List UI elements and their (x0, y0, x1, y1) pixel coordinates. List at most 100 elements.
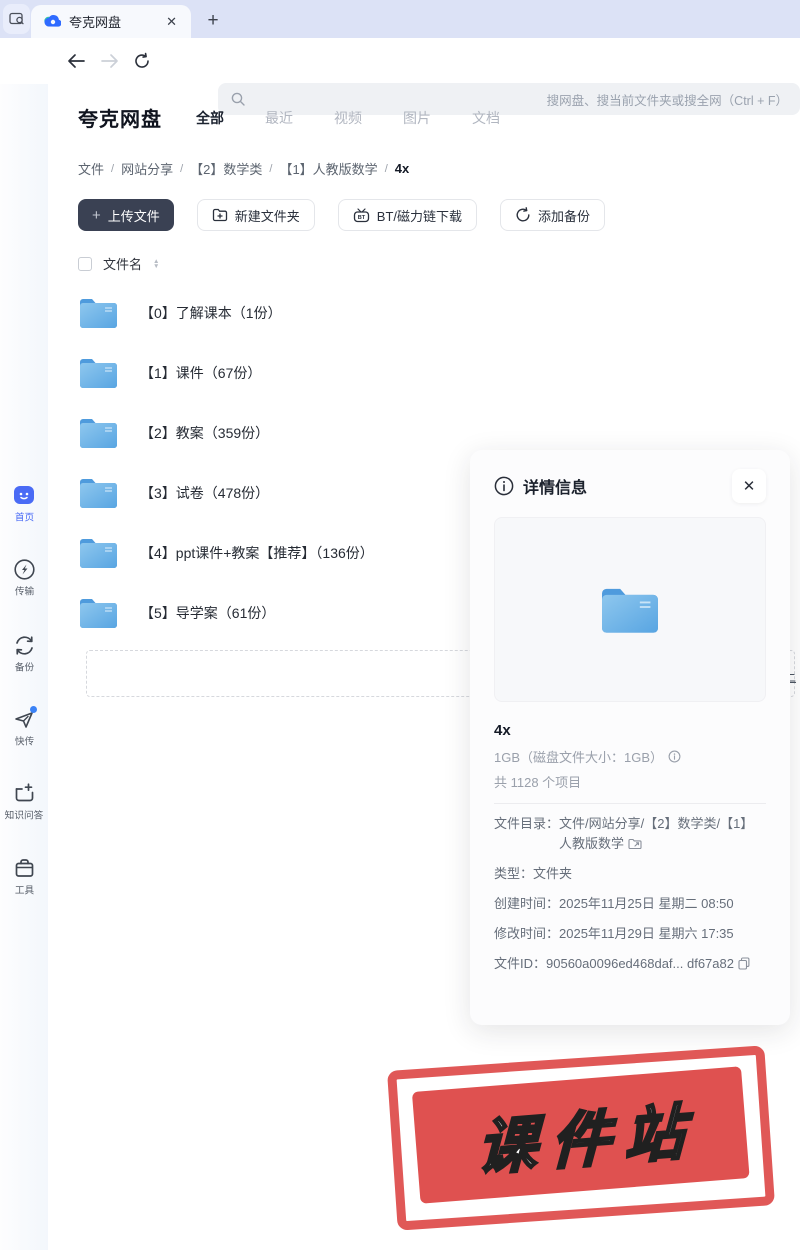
breadcrumb-separator: / (269, 162, 273, 175)
folder-name: 【5】导学案（61份） (140, 605, 276, 621)
add-backup-icon (515, 207, 531, 223)
plus-icon: + (92, 206, 101, 224)
tab-videos[interactable]: 视频 (334, 108, 362, 128)
folder-row[interactable]: 【3】试卷（478份） (78, 463, 478, 523)
details-items-count: 共 1128 个项目 (494, 775, 582, 790)
folder-row[interactable]: 【0】了解课本（1份） (78, 283, 478, 343)
new-folder-label: 新建文件夹 (234, 208, 300, 224)
add-backup-label: 添加备份 (538, 208, 591, 224)
backup-icon (12, 633, 36, 657)
open-folder-icon[interactable] (628, 838, 642, 850)
sidebar-item-backup[interactable]: 备份 (0, 633, 48, 675)
tools-icon (12, 856, 36, 880)
folder-row[interactable]: 【1】课件（67份） (78, 343, 478, 403)
view-tabs: 全部 最近 视频 图片 文档 (196, 108, 500, 128)
left-sidebar: 首页 传输 备份 快传 知识问答 工具 (0, 84, 48, 1250)
new-folder-button[interactable]: 新建文件夹 (196, 199, 315, 231)
folder-icon (78, 416, 119, 450)
stamp-watermark: 课件站 (386, 1043, 776, 1232)
sidebar-item-label: 快传 (14, 736, 34, 748)
details-size-row: 1GB（磁盘文件大小：1GB） (494, 747, 766, 766)
browser-nav-bar: 搜网盘、搜当前文件夹或搜全网（Ctrl + F） (0, 38, 800, 115)
folder-name: 【2】教案（359份） (140, 425, 270, 441)
back-button[interactable] (62, 47, 90, 75)
field-label: 修改时间： (494, 926, 560, 941)
folder-name: 【0】了解课本（1份） (140, 305, 282, 321)
select-all-checkbox[interactable] (78, 256, 92, 271)
close-icon[interactable]: ✕ (732, 469, 766, 503)
bt-magnet-download-button[interactable]: BT BT/磁力链下载 (337, 199, 478, 231)
sidebar-item-home[interactable]: 首页 (0, 483, 48, 525)
folder-icon (78, 296, 119, 330)
breadcrumb-item[interactable]: 【2】数学类 (190, 159, 262, 178)
breadcrumb-current: 4x (394, 161, 410, 176)
sidebar-item-label: 工具 (14, 885, 34, 897)
page-title: 夸克网盘 (78, 109, 162, 131)
new-tab-button[interactable]: + (200, 8, 226, 34)
details-field-directory: 文件目录： 文件/网站分享/【2】数学类/【1】人教版数学 (494, 814, 766, 854)
field-label: 文件目录： (494, 816, 560, 831)
tab-close-icon[interactable]: ✕ (162, 13, 181, 30)
notification-dot (30, 706, 37, 713)
quark-cloud-logo-icon (43, 14, 61, 29)
folder-name: 【3】试卷（478份） (140, 485, 270, 501)
browser-tab-bar: 夸克网盘 ✕ + (0, 0, 800, 38)
tab-images[interactable]: 图片 (403, 108, 431, 128)
sidebar-item-label: 传输 (14, 586, 34, 598)
breadcrumb-separator: / (111, 162, 115, 175)
folder-icon-large (602, 588, 658, 633)
field-value: 2025年11月25日 星期二 08:50 (559, 896, 734, 911)
folder-icon (78, 476, 119, 510)
upload-file-label: 上传文件 (107, 208, 160, 224)
folder-row[interactable]: 【5】导学案（61份） (78, 583, 478, 643)
forward-button[interactable] (96, 47, 124, 75)
breadcrumb-separator: / (180, 162, 184, 175)
folder-row[interactable]: 【4】ppt课件+教案【推荐】（136份） (78, 523, 478, 583)
size-info-icon[interactable] (668, 750, 681, 763)
new-folder-icon (212, 208, 228, 222)
tab-recent[interactable]: 最近 (265, 108, 293, 128)
svg-text:BT: BT (358, 215, 366, 221)
breadcrumb-item[interactable]: 【1】人教版数学 (279, 159, 377, 178)
column-header-name[interactable]: 文件名 (103, 254, 142, 273)
refresh-button[interactable] (128, 47, 156, 75)
add-backup-button[interactable]: 添加备份 (500, 199, 606, 231)
folder-name: 【4】ppt课件+教案【推荐】（136份） (140, 545, 374, 561)
page-header: 夸克网盘 全部 最近 视频 图片 文档 (78, 103, 500, 132)
details-file-name: 4x (494, 722, 511, 739)
tab-title: 夸克网盘 (69, 15, 122, 30)
details-field-modified: 修改时间： 2025年11月29日 星期六 17:35 (494, 924, 766, 944)
breadcrumb-item[interactable]: 文件 (78, 159, 104, 178)
tab-all[interactable]: 全部 (196, 108, 224, 128)
upload-file-button[interactable]: + 上传文件 (78, 199, 174, 231)
browser-tab-quark[interactable]: 夸克网盘 ✕ (31, 5, 191, 38)
file-list: 【0】了解课本（1份） 【1】课件（67份） 【2】教案（359份） 【3】试卷… (78, 283, 478, 643)
folder-icon (78, 536, 119, 570)
details-field-file-id: 文件ID： 90560a0096ed468daf... df67a82 (494, 954, 766, 974)
details-field-type: 类型： 文件夹 (494, 864, 766, 884)
sidebar-item-label: 备份 (14, 662, 34, 674)
sidebar-item-transfer[interactable]: 传输 (0, 557, 48, 599)
bt-download-icon: BT (353, 207, 370, 223)
action-toolbar: + 上传文件 新建文件夹 BT BT/磁力链下载 添加备份 (78, 199, 606, 231)
field-value: 文件夹 (533, 866, 573, 881)
folder-name: 【1】课件（67份） (140, 365, 262, 381)
copy-icon[interactable] (738, 957, 750, 970)
sidebar-item-knowledge-qa[interactable]: 知识问答 (0, 781, 48, 823)
workspace-search-button[interactable] (3, 4, 30, 34)
details-field-created: 创建时间： 2025年11月25日 星期二 08:50 (494, 894, 766, 914)
file-list-header: 文件名 ▲ ▼ (78, 254, 159, 273)
breadcrumb-separator: / (384, 162, 388, 175)
bt-download-label: BT/磁力链下载 (376, 208, 463, 224)
folder-preview (494, 517, 766, 702)
sort-icon[interactable]: ▲ ▼ (153, 258, 159, 270)
sidebar-item-quick-send[interactable]: 快传 (0, 706, 48, 749)
folder-row[interactable]: 【2】教案（359份） (78, 403, 478, 463)
home-icon (12, 483, 36, 507)
breadcrumb-item[interactable]: 网站分享 (121, 159, 173, 178)
quark-drive-window: 夸克网盘 ✕ + 搜网盘、搜当前文件夹或搜全网（Ctrl + F） 首页 传输 … (0, 0, 800, 1250)
sidebar-item-tools[interactable]: 工具 (0, 856, 48, 898)
tab-docs[interactable]: 文档 (472, 108, 500, 128)
field-label: 类型： (494, 866, 534, 881)
quick-send-icon (12, 706, 37, 731)
